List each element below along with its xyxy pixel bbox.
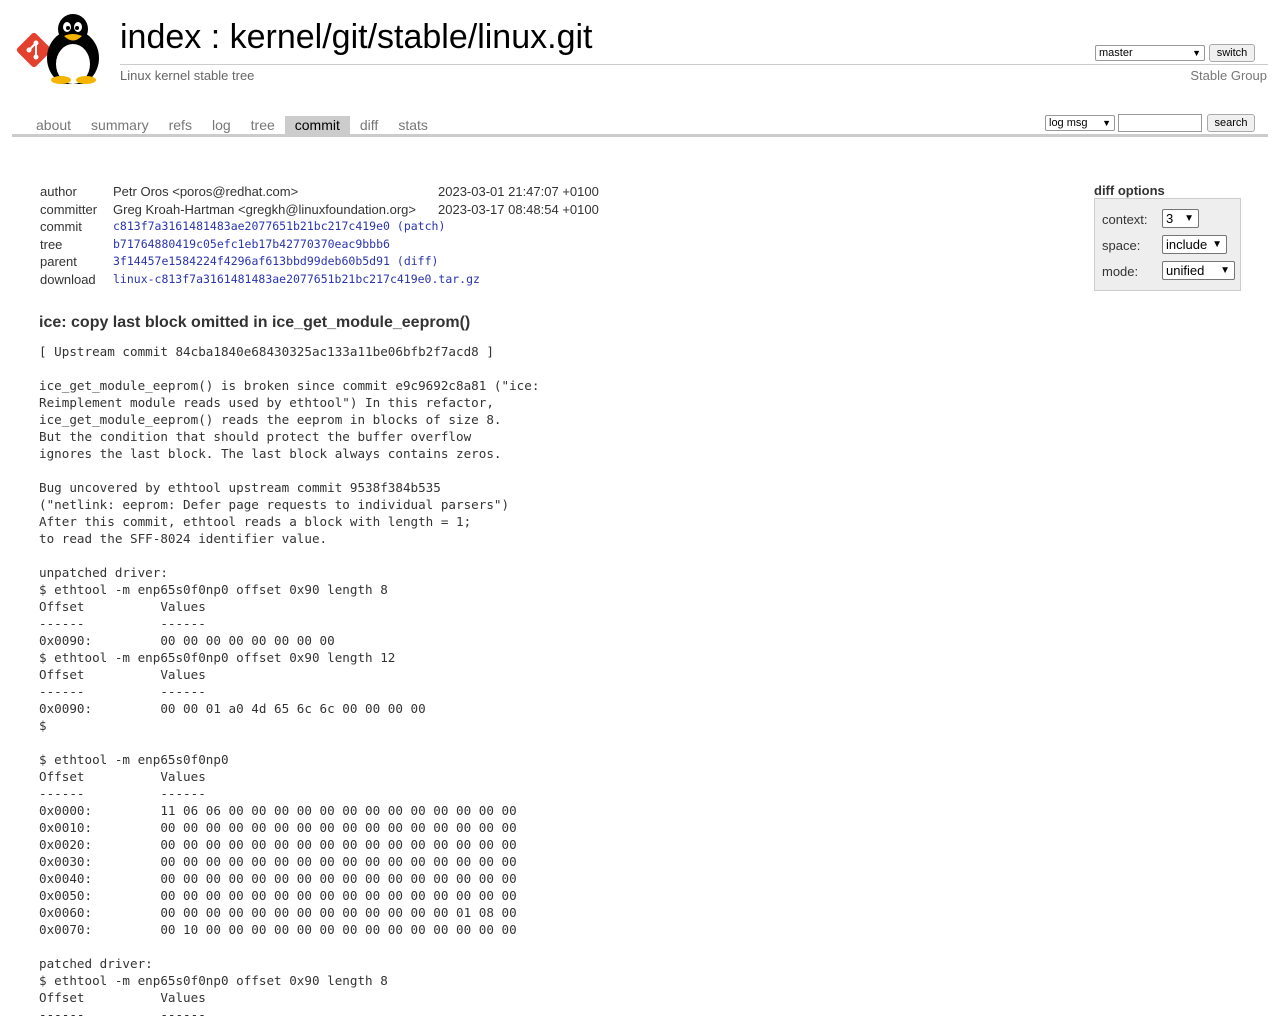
branch-select[interactable]: master ▼ (1095, 45, 1205, 61)
commit-extra-close: ) (438, 219, 446, 234)
branch-switch-form: master ▼ switch (1095, 44, 1257, 62)
patch-link[interactable]: patch (404, 219, 439, 233)
commit-extra-open: ( (389, 219, 404, 234)
search-mode-select[interactable]: log msg ▼ (1045, 115, 1115, 131)
page-title: index : kernel/git/stable/linux.git (120, 16, 593, 58)
tab-stats[interactable]: stats (388, 116, 438, 134)
diff-link[interactable]: diff (404, 254, 432, 268)
tree-hash-link[interactable]: b71764880419c05efc1eb17b42770370eac9bbb6 (113, 237, 390, 251)
author-date: 2023-03-01 21:47:07 +0100 (438, 184, 599, 199)
repo-link[interactable]: kernel/git/stable/linux.git (230, 18, 593, 56)
space-select[interactable]: include ▼ (1162, 235, 1227, 254)
repo-owner: Stable Group (1190, 68, 1267, 83)
tab-tree[interactable]: tree (241, 116, 285, 134)
header-divider (120, 64, 1268, 65)
tab-diff[interactable]: diff (350, 116, 388, 134)
author-value: Petr Oros <poros@redhat.com> (113, 184, 299, 199)
author-label: author (40, 184, 77, 199)
download-group: linux-c813f7a3161481483ae2077651b21bc217… (113, 272, 480, 286)
repo-description: Linux kernel stable tree (120, 68, 255, 83)
context-value: 3 (1166, 211, 1174, 226)
chevron-down-icon: ▼ (1192, 48, 1201, 58)
search-form: log msg ▼ search (1045, 114, 1255, 132)
search-button[interactable]: search (1207, 114, 1255, 132)
diff-options-title: diff options (1094, 183, 1165, 198)
index-link[interactable]: index (120, 18, 201, 56)
mode-select[interactable]: unified ▼ (1162, 261, 1235, 280)
committer-value: Greg Kroah-Hartman <gregkh@linuxfoundati… (113, 201, 416, 217)
commit-hash-group: c813f7a3161481483ae2077651b21bc217c419e0… (113, 219, 445, 233)
mode-label: mode: (1102, 264, 1139, 279)
diff-options-panel: context: 3 ▼ space: include ▼ mode: unif… (1094, 198, 1241, 291)
chevron-down-icon: ▼ (1184, 213, 1194, 224)
tab-summary[interactable]: summary (81, 116, 159, 134)
parent-label: parent (40, 254, 77, 270)
commit-hash-link[interactable]: c813f7a3161481483ae2077651b21bc217c419e0 (113, 219, 390, 233)
search-input[interactable] (1118, 114, 1202, 132)
mode-option: mode: unified ▼ (1102, 261, 1237, 281)
committer-date: 2023-03-17 08:48:54 +0100 (438, 201, 599, 217)
tree-hash-group: b71764880419c05efc1eb17b42770370eac9bbb6 (113, 237, 390, 251)
tab-about[interactable]: about (26, 116, 81, 134)
space-option: space: include ▼ (1102, 235, 1237, 255)
switch-button[interactable]: switch (1209, 44, 1255, 62)
commit-subject: ice: copy last block omitted in ice_get_… (39, 314, 471, 331)
parent-extra-open: ( (389, 254, 404, 269)
mode-value: unified (1166, 263, 1205, 278)
parent-hash-link[interactable]: 3f14457e1584224f4296af613bbd99deb60b5d91 (113, 254, 390, 268)
chevron-down-icon: ▼ (1102, 118, 1111, 128)
space-value: include (1166, 237, 1208, 252)
download-label: download (40, 271, 96, 287)
download-link[interactable]: linux-c813f7a3161481483ae2077651b21bc217… (113, 272, 480, 286)
tab-bar: about summary refs log tree commit diff … (26, 116, 438, 134)
chevron-down-icon: ▼ (1212, 239, 1222, 250)
tree-label: tree (40, 236, 63, 252)
branch-select-value: master (1099, 47, 1133, 59)
tab-refs[interactable]: refs (159, 116, 202, 134)
context-select[interactable]: 3 ▼ (1162, 209, 1199, 228)
tabs-divider (12, 134, 1268, 137)
commit-label: commit (40, 219, 82, 235)
tab-log[interactable]: log (202, 116, 241, 134)
context-option: context: 3 ▼ (1102, 209, 1237, 229)
title-separator: : (201, 18, 230, 56)
search-mode-value: log msg (1049, 117, 1088, 129)
parent-hash-group: 3f14457e1584224f4296af613bbd99deb60b5d91… (113, 254, 438, 268)
cgit-logo[interactable] (16, 12, 108, 86)
chevron-down-icon: ▼ (1220, 265, 1230, 276)
parent-extra-close: ) (431, 254, 439, 269)
commit-message: [ Upstream commit 84cba1840e68430325ac13… (39, 344, 540, 1022)
committer-label: committer (40, 201, 98, 217)
context-label: context: (1102, 212, 1148, 227)
tab-commit[interactable]: commit (284, 116, 350, 134)
space-label: space: (1102, 238, 1141, 253)
